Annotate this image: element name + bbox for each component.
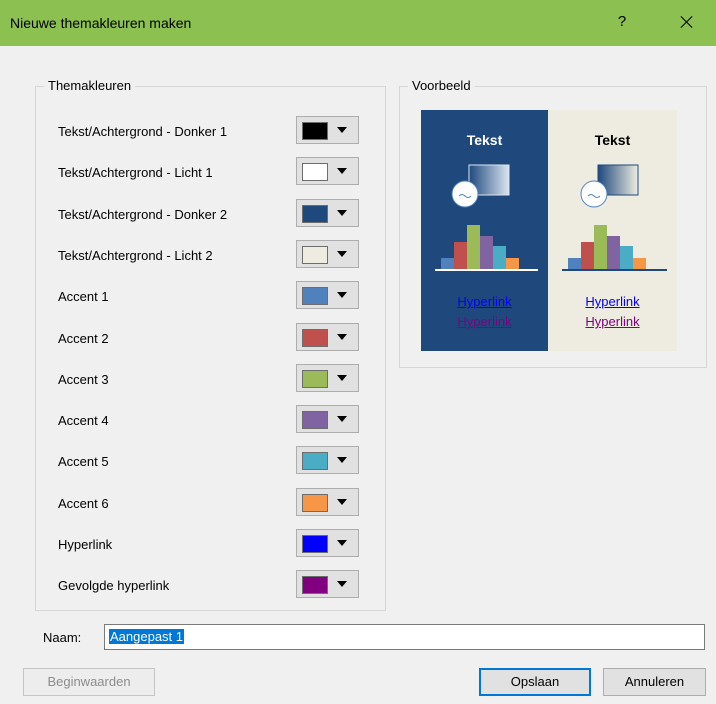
bar-accent5 <box>493 246 506 270</box>
color-swatch <box>302 246 328 264</box>
theme-color-row: Accent 1 <box>58 281 368 311</box>
bar-accent5 <box>620 246 633 270</box>
color-swatch <box>302 122 328 140</box>
color-picker-button[interactable] <box>296 488 359 516</box>
bar-accent3 <box>467 225 480 270</box>
preview-legend: Voorbeeld <box>408 78 475 93</box>
theme-color-row: Tekst/Achtergrond - Donker 1 <box>58 116 368 146</box>
theme-color-row: Accent 6 <box>58 488 368 518</box>
preview-dark-circle <box>451 180 479 208</box>
theme-color-label: Accent 3 <box>58 372 109 387</box>
color-picker-button[interactable] <box>296 323 359 351</box>
color-picker-button[interactable] <box>296 364 359 392</box>
theme-colors-legend: Themakleuren <box>44 78 136 93</box>
theme-color-label: Accent 6 <box>58 496 109 511</box>
preview-light-links: Hyperlink Hyperlink <box>548 292 677 332</box>
theme-color-row: Tekst/Achtergrond - Licht 1 <box>58 157 368 187</box>
color-picker-button[interactable] <box>296 281 359 309</box>
title-bar: Nieuwe themakleuren maken ? <box>0 0 716 46</box>
name-label: Naam: <box>43 630 82 645</box>
chevron-down-icon <box>337 457 347 463</box>
theme-color-label: Tekst/Achtergrond - Licht 1 <box>58 165 213 180</box>
preview-dark-links: Hyperlink Hyperlink <box>421 292 548 332</box>
preview-dark-followed-hyperlink: Hyperlink <box>457 314 512 329</box>
theme-color-row: Accent 5 <box>58 446 368 476</box>
color-swatch <box>302 163 328 181</box>
save-button[interactable]: Opslaan <box>479 668 591 696</box>
theme-color-row: Accent 2 <box>58 323 368 353</box>
theme-color-row: Hyperlink <box>58 529 368 559</box>
bar-accent6 <box>633 258 646 270</box>
bar-accent1 <box>441 258 454 270</box>
theme-color-label: Accent 1 <box>58 289 109 304</box>
chevron-down-icon <box>337 168 347 174</box>
theme-color-row: Gevolgde hyperlink <box>58 570 368 600</box>
bar-accent4 <box>480 236 493 270</box>
theme-color-label: Accent 5 <box>58 454 109 469</box>
bar-accent1 <box>568 258 581 270</box>
theme-color-label: Tekst/Achtergrond - Donker 2 <box>58 207 228 222</box>
color-picker-button[interactable] <box>296 446 359 474</box>
color-picker-button[interactable] <box>296 157 359 185</box>
name-input[interactable]: Aangepast 1 <box>104 624 705 650</box>
chevron-down-icon <box>337 292 347 298</box>
chevron-down-icon <box>337 375 347 381</box>
theme-color-row: Accent 4 <box>58 405 368 435</box>
cancel-button[interactable]: Annuleren <box>603 668 706 696</box>
theme-color-row: Tekst/Achtergrond - Licht 2 <box>58 240 368 270</box>
name-input-value[interactable]: Aangepast 1 <box>109 629 185 644</box>
color-picker-button[interactable] <box>296 240 359 268</box>
color-swatch <box>302 411 328 429</box>
preview-light-hyperlink: Hyperlink <box>585 294 640 309</box>
theme-color-row: Accent 3 <box>58 364 368 394</box>
preview-light-circle <box>580 180 608 208</box>
chevron-down-icon <box>337 581 347 587</box>
preview-dark-graphic <box>435 164 538 271</box>
color-picker-button[interactable] <box>296 529 359 557</box>
theme-color-label: Gevolgde hyperlink <box>58 578 170 593</box>
color-swatch <box>302 370 328 388</box>
theme-color-row: Tekst/Achtergrond - Donker 2 <box>58 199 368 229</box>
theme-color-label: Tekst/Achtergrond - Donker 1 <box>58 124 228 139</box>
theme-color-label: Hyperlink <box>58 537 113 552</box>
theme-color-label: Accent 4 <box>58 413 109 428</box>
chevron-down-icon <box>337 334 347 340</box>
preview-light-panel: Tekst Hyperlink Hyperlink <box>548 110 677 351</box>
color-swatch <box>302 535 328 553</box>
chevron-down-icon <box>337 499 347 505</box>
color-picker-button[interactable] <box>296 116 359 144</box>
color-picker-button[interactable] <box>296 199 359 227</box>
bar-accent2 <box>454 242 467 270</box>
bar-accent3 <box>594 225 607 270</box>
chevron-down-icon <box>337 540 347 546</box>
preview-light-followed-hyperlink: Hyperlink <box>585 314 640 329</box>
help-button[interactable]: ? <box>612 13 632 30</box>
window-title: Nieuwe themakleuren maken <box>10 15 192 31</box>
reset-button[interactable]: Beginwaarden <box>23 668 155 696</box>
chevron-down-icon <box>337 416 347 422</box>
color-picker-button[interactable] <box>296 405 359 433</box>
bar-accent2 <box>581 242 594 270</box>
chevron-down-icon <box>337 127 347 133</box>
color-picker-button[interactable] <box>296 570 359 598</box>
chevron-down-icon <box>337 210 347 216</box>
bar-accent4 <box>607 236 620 270</box>
color-swatch <box>302 205 328 223</box>
theme-color-label: Tekst/Achtergrond - Licht 2 <box>58 248 213 263</box>
preview-dark-panel: Tekst Hyperlink Hyperlink <box>421 110 548 351</box>
color-swatch <box>302 329 328 347</box>
color-swatch <box>302 287 328 305</box>
close-icon[interactable] <box>674 8 700 36</box>
chevron-down-icon <box>337 251 347 257</box>
preview-dark-hyperlink: Hyperlink <box>457 294 512 309</box>
color-swatch <box>302 576 328 594</box>
theme-color-label: Accent 2 <box>58 331 109 346</box>
preview-light-graphic <box>562 164 667 271</box>
color-swatch <box>302 452 328 470</box>
color-swatch <box>302 494 328 512</box>
bar-accent6 <box>506 258 519 270</box>
